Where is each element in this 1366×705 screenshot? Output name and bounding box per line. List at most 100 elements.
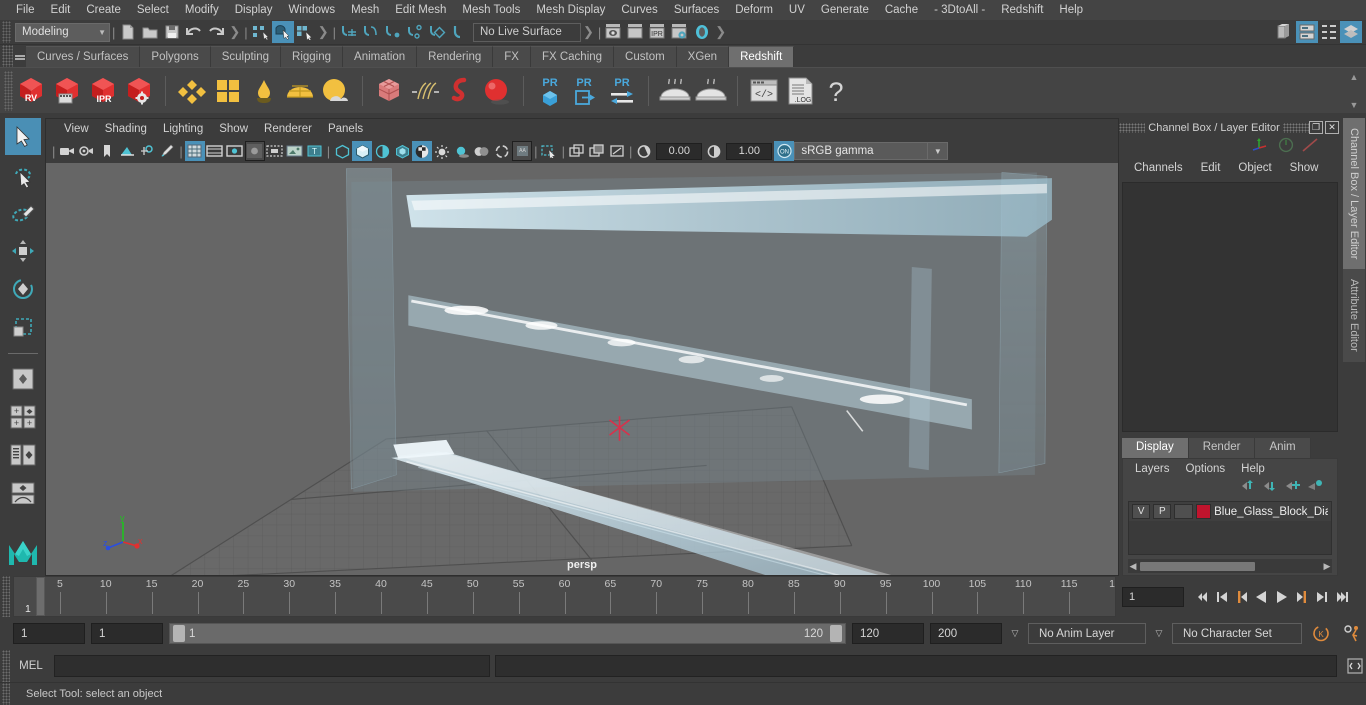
redshift-dome-light-icon[interactable]: [282, 71, 318, 111]
camera-settings-icon[interactable]: [77, 141, 97, 161]
shadows-icon[interactable]: [452, 141, 472, 161]
play-backwards-icon[interactable]: [1252, 586, 1272, 608]
menu-item-windows[interactable]: Windows: [280, 2, 343, 18]
range-handle-right[interactable]: [830, 625, 842, 642]
bookmark-view-icon[interactable]: [97, 141, 117, 161]
gate-mask-icon[interactable]: [244, 141, 265, 161]
snap-to-point-icon[interactable]: [382, 21, 404, 43]
select-tool[interactable]: [4, 118, 41, 155]
shelf-scroll-down-icon[interactable]: ▼: [1350, 100, 1359, 110]
shelf-tab-animation[interactable]: Animation: [343, 46, 418, 67]
time-slider-track[interactable]: 1 5 10 15 20 25 30 35 40 45 50 55 60 65 70 75 80 85 90 95 1…: [13, 576, 1116, 617]
layer-color-swatch[interactable]: [1195, 504, 1212, 519]
viewport-menu-view[interactable]: View: [56, 122, 97, 136]
redshift-ipr-icon[interactable]: IPR: [85, 71, 121, 111]
anim-layer-selector[interactable]: No Anim Layer: [1028, 623, 1146, 644]
scroll-right-arrow-icon[interactable]: ▶: [1322, 561, 1332, 572]
shelf-grip[interactable]: [2, 45, 13, 67]
channel-box-content[interactable]: [1122, 182, 1338, 432]
open-scene-icon[interactable]: [139, 21, 161, 43]
channel-box-grip-right[interactable]: [1283, 122, 1309, 133]
exposure-field[interactable]: 0.00: [656, 142, 703, 160]
shelf-scroll-arrows[interactable]: ▲ ▼: [1346, 72, 1362, 110]
anim-layer-dropdown-arrow-icon[interactable]: ▽: [1008, 628, 1022, 639]
menu-item-curves[interactable]: Curves: [613, 2, 665, 18]
color-management-field[interactable]: sRGB gamma: [794, 142, 929, 160]
redshift-incandescent-icon[interactable]: [246, 71, 282, 111]
menu-item-create[interactable]: Create: [78, 2, 129, 18]
step-back-frame-icon[interactable]: [1232, 586, 1252, 608]
layer-editor-tab-anim[interactable]: Anim: [1255, 438, 1311, 458]
gamma-field[interactable]: 1.00: [726, 142, 773, 160]
motion-blur-icon[interactable]: [492, 141, 512, 161]
show-hide-attribute-editor-icon[interactable]: [1296, 21, 1318, 43]
resolution-gate-icon[interactable]: [225, 141, 245, 161]
redshift-bake-all-icon[interactable]: [693, 71, 729, 111]
render-settings-icon[interactable]: [669, 21, 691, 43]
render-globals-icon[interactable]: [691, 21, 713, 43]
grid-toggle-icon[interactable]: [184, 141, 205, 161]
redshift-log-icon[interactable]: .LOG: [782, 71, 818, 111]
select-by-hierarchy-icon[interactable]: [250, 21, 272, 43]
redshift-render-sequence-icon[interactable]: [49, 71, 85, 111]
menu-item-help[interactable]: Help: [1051, 2, 1091, 18]
layer-row[interactable]: V P Blue_Glass_Block_Diam: [1129, 502, 1331, 521]
scale-tool[interactable]: [5, 308, 41, 345]
exposure-icon[interactable]: [634, 141, 654, 161]
menu-item-3dtoall[interactable]: - 3DtoAll -: [926, 2, 993, 18]
channel-box-menu-channels[interactable]: Channels: [1125, 160, 1192, 176]
redshift-render-view-icon[interactable]: RV: [13, 71, 49, 111]
snap-to-curve-icon[interactable]: [360, 21, 382, 43]
new-layer-from-selected-icon[interactable]: [1307, 479, 1323, 497]
menu-item-select[interactable]: Select: [129, 2, 177, 18]
film-origin-icon[interactable]: [265, 141, 285, 161]
restore-window-button[interactable]: ❐: [1309, 121, 1323, 134]
color-management-icon[interactable]: ON: [774, 141, 795, 161]
menu-item-mesh-tools[interactable]: Mesh Tools: [454, 2, 528, 18]
ipr-render-icon[interactable]: IPR: [647, 21, 669, 43]
layer-list-horizontal-scrollbar[interactable]: ◀ ▶: [1128, 559, 1332, 573]
layer-editor-menu-layers[interactable]: Layers: [1127, 461, 1178, 477]
layer-editor-menu-help[interactable]: Help: [1233, 461, 1273, 477]
render-view-icon[interactable]: [603, 21, 625, 43]
new-layer-icon[interactable]: [1285, 479, 1301, 497]
redshift-pr-export-icon[interactable]: PR: [568, 71, 604, 111]
redshift-material-blend-icon[interactable]: [210, 71, 246, 111]
command-language-label[interactable]: MEL: [13, 660, 49, 672]
xray-icon[interactable]: [567, 141, 587, 161]
range-slider-track[interactable]: 1 120: [169, 623, 846, 644]
shelf-tab-sculpting[interactable]: Sculpting: [210, 46, 282, 67]
channel-box-grip-left[interactable]: [1119, 122, 1145, 133]
title-safe-icon[interactable]: T: [305, 141, 325, 161]
time-slider-grip[interactable]: [2, 576, 10, 617]
perspective-viewport[interactable]: y x z persp: [46, 163, 1118, 575]
shelf-tab-rendering[interactable]: Rendering: [417, 46, 494, 67]
character-set-dropdown-arrow-icon[interactable]: ▽: [1152, 628, 1166, 639]
redshift-sphere-icon[interactable]: [479, 71, 515, 111]
xray-joints-icon[interactable]: [587, 141, 607, 161]
select-by-object-icon[interactable]: [271, 21, 294, 43]
layer-playback-toggle[interactable]: P: [1153, 504, 1172, 519]
safe-action-icon[interactable]: [285, 141, 305, 161]
save-scene-icon[interactable]: [161, 21, 183, 43]
rotate-tool[interactable]: [5, 270, 41, 307]
menu-item-display[interactable]: Display: [227, 2, 281, 18]
color-management-dropdown-arrow-icon[interactable]: ▼: [928, 142, 949, 160]
animation-start-time-field[interactable]: 1: [13, 623, 85, 644]
layer-shading-toggle[interactable]: [1174, 504, 1193, 519]
shelf-tab-fx-caching[interactable]: FX Caching: [530, 46, 615, 67]
go-to-end-icon[interactable]: [1332, 586, 1352, 608]
menu-item-mesh-display[interactable]: Mesh Display: [528, 2, 613, 18]
command-line-grip[interactable]: [2, 650, 10, 682]
show-hide-tool-settings-icon[interactable]: [1318, 21, 1340, 43]
animation-preferences-icon[interactable]: [1340, 624, 1366, 643]
xray-active-icon[interactable]: [607, 141, 627, 161]
menu-item-surfaces[interactable]: Surfaces: [666, 2, 727, 18]
film-gate-icon[interactable]: [205, 141, 225, 161]
move-layer-down-icon[interactable]: [1263, 479, 1279, 497]
select-by-component-icon[interactable]: [294, 21, 316, 43]
snap-to-grid-icon[interactable]: [338, 21, 360, 43]
command-input[interactable]: [54, 655, 490, 677]
gamma-icon[interactable]: [704, 141, 724, 161]
go-to-start-icon[interactable]: [1192, 586, 1212, 608]
